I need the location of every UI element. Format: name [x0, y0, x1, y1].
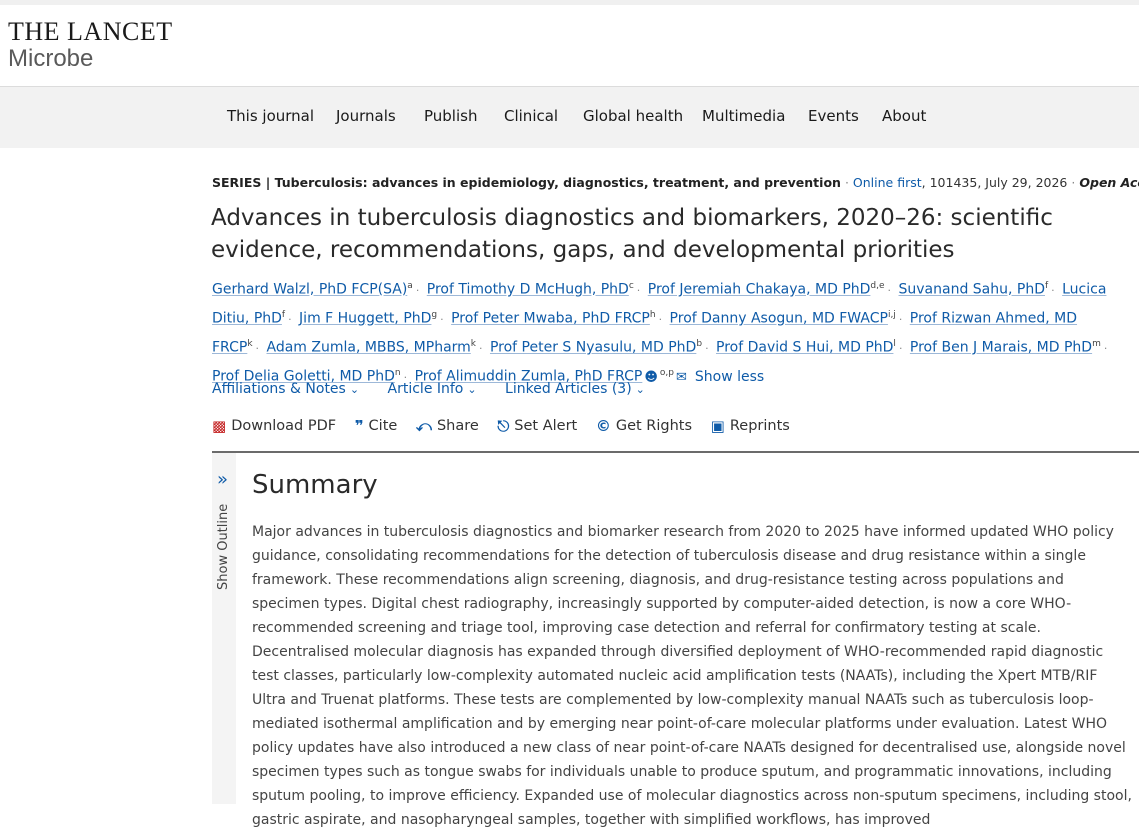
series-label[interactable]: SERIES | Tuberculosis: advances in epide… — [212, 175, 841, 190]
article-toolbar: ▩ Download PDF ❞ Cite ⤺ Share ⎋ Set Alert © G… — [212, 417, 804, 435]
nav-this-journal[interactable]: This journal — [227, 107, 314, 125]
show-less-link[interactable]: Show less — [695, 369, 764, 385]
top-strip — [0, 0, 1139, 5]
cite-button[interactable]: ❞ Cite — [355, 417, 398, 435]
logo-subtitle: Microbe — [8, 45, 94, 72]
author-link[interactable]: Gerhard Walzl, PhD FCP(SA) — [212, 282, 407, 298]
pdf-icon: ▩ — [212, 417, 227, 435]
author-link[interactable]: Prof Ben J Marais, MD PhD — [910, 340, 1092, 356]
affiliations-toggle[interactable]: Affiliations & Notes ⌄ — [212, 381, 359, 397]
logo-title: THE LANCET — [8, 17, 173, 46]
copyright-icon: © — [595, 417, 611, 435]
nav-global-health[interactable]: Global health — [583, 107, 683, 125]
outline-sidebar[interactable]: » Show Outline — [212, 453, 236, 804]
author-link[interactable]: Prof Peter S Nyasulu, MD PhD — [490, 340, 696, 356]
section-divider — [212, 451, 1139, 453]
share-icon: ⤺ — [415, 417, 432, 435]
open-access-badge: Open Access — [1079, 175, 1139, 190]
chevron-down-icon: ⌄ — [349, 383, 360, 396]
author-link[interactable]: Prof David S Hui, MD PhD — [716, 340, 893, 356]
author-link[interactable]: Prof Peter Mwaba, PhD FRCP — [451, 311, 650, 327]
citation-info: , 101435, July 29, 2026 — [921, 175, 1068, 190]
nav-journals[interactable]: Journals — [336, 107, 396, 125]
email-icon[interactable]: ✉ — [676, 370, 687, 385]
summary-heading: Summary — [252, 470, 378, 500]
set-alert-button[interactable]: ⎋ Set Alert — [497, 417, 577, 435]
article-title: Advances in tuberculosis diagnostics and… — [211, 205, 1053, 263]
article-meta: SERIES | Tuberculosis: advances in epide… — [212, 175, 1139, 190]
article-links: Affiliations & Notes ⌄ Article Info ⌄ Link… — [212, 381, 669, 397]
show-outline-label[interactable]: Show Outline — [216, 504, 231, 590]
author-link[interactable]: Prof Jeremiah Chakaya, MD PhD — [648, 282, 871, 298]
main-nav: This journal Journals Publish Clinical G… — [0, 86, 1139, 148]
nav-multimedia[interactable]: Multimedia — [702, 107, 785, 125]
author-link[interactable]: Prof Danny Asogun, MD FWACP — [670, 311, 888, 327]
nav-publish[interactable]: Publish — [424, 107, 477, 125]
online-first-link[interactable]: Online first — [853, 175, 922, 190]
share-button[interactable]: ⤺ Share — [416, 417, 479, 435]
download-pdf-button[interactable]: ▩ Download PDF — [212, 417, 336, 435]
author-list: Gerhard Walzl, PhD FCP(SA)a · Prof Timoth… — [212, 281, 1108, 386]
double-chevron-right-icon[interactable]: » — [217, 469, 228, 490]
chevron-down-icon: ⌄ — [467, 383, 477, 396]
chevron-down-icon: ⌄ — [635, 383, 645, 396]
nav-events[interactable]: Events — [808, 107, 859, 125]
reprints-button[interactable]: ▣ Reprints — [711, 417, 790, 435]
document-icon: ▣ — [710, 417, 725, 435]
journal-logo[interactable]: THE LANCET Microbe — [8, 18, 173, 72]
author-link[interactable]: Prof Timothy D McHugh, PhD — [427, 282, 629, 298]
article-info-toggle[interactable]: Article Info ⌄ — [388, 381, 477, 397]
author-link[interactable]: Jim F Huggett, PhD — [299, 311, 431, 327]
get-rights-button[interactable]: © Get Rights — [596, 417, 692, 435]
linked-articles-toggle[interactable]: Linked Articles (3) ⌄ — [505, 381, 645, 397]
nav-about[interactable]: About — [882, 107, 926, 125]
summary-text: Major advances in tuberculosis diagnosti… — [252, 524, 1132, 828]
quote-icon: ❞ — [354, 417, 364, 435]
nav-clinical[interactable]: Clinical — [504, 107, 558, 125]
bell-icon: ⎋ — [497, 417, 510, 435]
author-link[interactable]: Adam Zumla, MBBS, MPharm — [266, 340, 470, 356]
author-link[interactable]: Suvanand Sahu, PhD — [899, 282, 1046, 298]
